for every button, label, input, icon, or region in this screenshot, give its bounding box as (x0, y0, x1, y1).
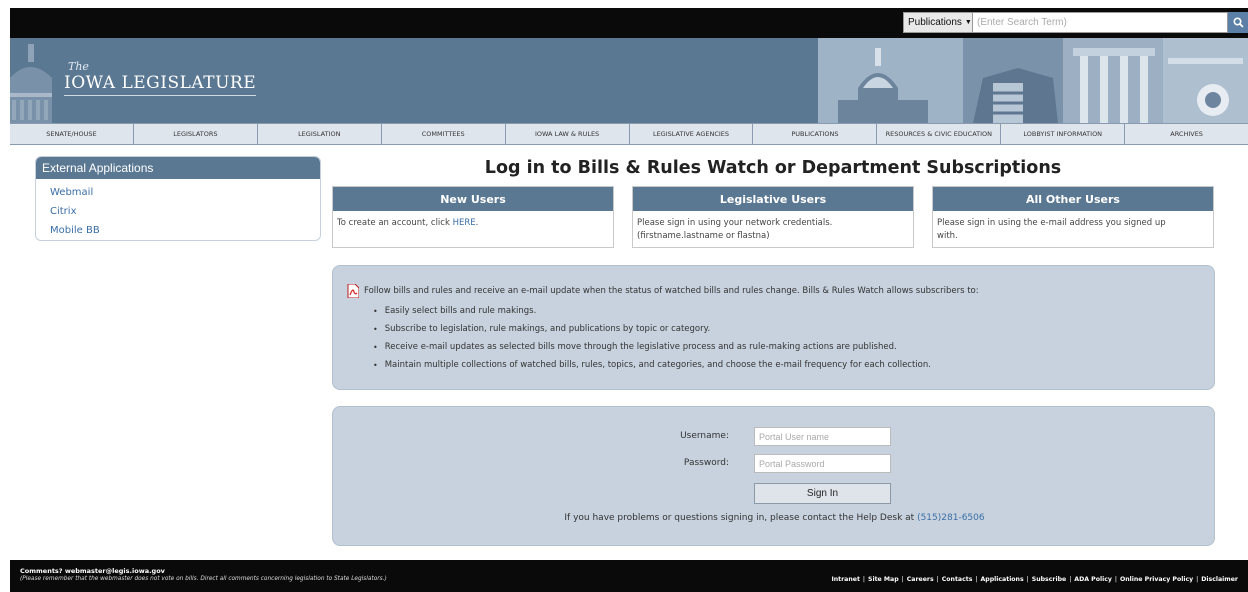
search-button[interactable] (1228, 12, 1248, 33)
divider: | (1069, 576, 1072, 583)
nav-item-archives[interactable]: ARCHIVES (1125, 124, 1248, 144)
list-item-text: Maintain multiple collections of watched… (384, 360, 931, 370)
bullet-icon: • (373, 342, 378, 352)
external-applications-panel: External Applications Webmail Citrix Mob… (35, 156, 321, 241)
info-panel: Follow bills and rules and receive an e-… (332, 265, 1215, 390)
site-logo[interactable]: The IOWA LEGISLATURE (64, 60, 257, 96)
logo-prefix: The (68, 60, 89, 73)
search-group: Publications ▼ (Enter Search Term) (903, 12, 1248, 33)
info-lead-text: Follow bills and rules and receive an e-… (364, 286, 979, 296)
legislative-users-title: Legislative Users (633, 187, 913, 211)
nav-item-iowa-law-rules[interactable]: IOWA LAW & RULES (506, 124, 630, 144)
page-title: Log in to Bills & Rules Watch or Departm… (484, 158, 1062, 178)
list-item-text: Receive e-mail updates as selected bills… (384, 342, 897, 352)
create-account-link[interactable]: HERE (453, 218, 476, 228)
bullet-icon: • (373, 306, 378, 316)
nav-item-legislators[interactable]: LEGISLATORS (134, 124, 258, 144)
sidebar-item-mobile-bb[interactable]: Mobile BB (36, 221, 320, 240)
list-item: • Subscribe to legislation, rule makings,… (373, 320, 1214, 338)
new-users-box: New Users To create an account, click HE… (332, 186, 614, 248)
sign-in-button[interactable]: Sign In (754, 483, 891, 504)
footer-link-online-privacy-policy[interactable]: Online Privacy Policy (1120, 576, 1193, 583)
logo-name: IOWA LEGISLATURE (64, 73, 257, 96)
list-item-text: Easily select bills and rule makings. (384, 306, 537, 316)
help-message: If you have problems or questions signin… (564, 513, 918, 523)
new-users-suffix: . (475, 218, 479, 228)
nav-item-legislative-agencies[interactable]: LEGISLATIVE AGENCIES (630, 124, 754, 144)
legislative-users-line2: (firstname.lastname or flastna) (637, 231, 770, 241)
footer-link-applications[interactable]: Applications (981, 576, 1024, 583)
help-text: If you have problems or questions signin… (333, 513, 1216, 523)
nav-item-legislation[interactable]: LEGISLATION (258, 124, 382, 144)
divider: | (1114, 576, 1117, 583)
header-banner: The IOWA LEGISLATURE (10, 38, 1248, 123)
divider: | (936, 576, 939, 583)
username-input[interactable]: Portal User name (754, 427, 891, 446)
nav-item-resources-civic-education[interactable]: RESOURCES & CIVIC EDUCATION (877, 124, 1002, 144)
top-bar: Publications ▼ (Enter Search Term) (10, 8, 1248, 38)
legislative-users-line1: Please sign in using your network creden… (637, 218, 833, 228)
other-users-title: All Other Users (933, 187, 1213, 211)
pdf-icon[interactable] (347, 284, 359, 298)
divider: | (901, 576, 904, 583)
legislative-users-box: Legislative Users Please sign in using y… (632, 186, 914, 248)
sidebar-title: External Applications (36, 157, 320, 179)
new-users-prompt: To create an account, click (337, 218, 453, 228)
new-users-text: To create an account, click HERE. (333, 211, 613, 236)
list-item: • Easily select bills and rule makings. (373, 302, 1214, 320)
page: Publications ▼ (Enter Search Term) The I… (10, 8, 1248, 592)
username-placeholder: Portal User name (759, 431, 830, 442)
nav-item-publications[interactable]: PUBLICATIONS (753, 124, 878, 144)
list-item: • Maintain multiple collections of watche… (373, 356, 1214, 374)
search-placeholder: (Enter Search Term) (977, 17, 1067, 28)
login-panel: Username: Portal User name Password: Por… (332, 406, 1215, 546)
divider: | (975, 576, 978, 583)
other-users-box: All Other Users Please sign in using the… (932, 186, 1214, 248)
nav-item-lobbyist-information[interactable]: LOBBYIST INFORMATION (1001, 124, 1126, 144)
username-label: Username: (680, 431, 729, 441)
help-desk-phone-link[interactable]: (515)281-6506 (917, 513, 985, 523)
search-scope-select[interactable]: Publications ▼ (903, 12, 973, 33)
list-item-text: Subscribe to legislation, rule makings, … (384, 324, 711, 334)
footer-link-contacts[interactable]: Contacts (942, 576, 973, 583)
info-lead: Follow bills and rules and receive an e-… (347, 284, 1214, 298)
divider: | (862, 576, 866, 583)
search-scope-value: Publications (908, 17, 962, 28)
password-input[interactable]: Portal Password (754, 454, 891, 473)
footer-link-intranet[interactable]: Intranet (831, 576, 859, 583)
main-nav: SENATE/HOUSE LEGISLATORS LEGISLATION COM… (10, 123, 1248, 145)
info-list: • Easily select bills and rule makings. •… (373, 302, 1214, 374)
other-users-line1: Please sign in using the e-mail address … (937, 218, 1166, 228)
footer-comments[interactable]: Comments? webmaster@legis.iowa.gov (20, 567, 165, 575)
new-users-title: New Users (333, 187, 613, 211)
other-users-line2: with. (937, 231, 958, 241)
divider: | (1026, 576, 1029, 583)
search-icon (1232, 17, 1244, 28)
password-placeholder: Portal Password (759, 458, 825, 469)
bullet-icon: • (373, 324, 378, 334)
divider: | (1196, 576, 1199, 583)
capitol-photo-strip (818, 38, 1248, 123)
footer-link-careers[interactable]: Careers (907, 576, 934, 583)
footer-link-disclaimer[interactable]: Disclaimer (1201, 576, 1238, 583)
nav-item-senate-house[interactable]: SENATE/HOUSE (10, 124, 134, 144)
legislative-users-text: Please sign in using your network creden… (633, 211, 913, 249)
bullet-icon: • (373, 360, 378, 370)
capitol-dome-image (10, 38, 70, 123)
sidebar-item-webmail[interactable]: Webmail (36, 183, 320, 202)
other-users-text: Please sign in using the e-mail address … (933, 211, 1213, 249)
footer-link-site-map[interactable]: Site Map (868, 576, 899, 583)
footer-note: (Please remember that the webmaster does… (20, 576, 387, 582)
chevron-down-icon: ▼ (964, 19, 972, 26)
nav-item-committees[interactable]: COMMITTEES (382, 124, 506, 144)
footer-links: Intranet | Site Map | Careers | Contacts | A… (831, 576, 1238, 583)
window-margin (0, 0, 10, 592)
list-item: • Receive e-mail updates as selected bill… (373, 338, 1214, 356)
password-label: Password: (683, 458, 729, 468)
footer-link-ada-policy[interactable]: ADA Policy (1074, 576, 1112, 583)
footer: Comments? webmaster@legis.iowa.gov (Plea… (10, 560, 1248, 592)
search-input[interactable]: (Enter Search Term) (973, 12, 1228, 33)
footer-link-subscribe[interactable]: Subscribe (1032, 576, 1066, 583)
sidebar-item-citrix[interactable]: Citrix (36, 202, 320, 221)
